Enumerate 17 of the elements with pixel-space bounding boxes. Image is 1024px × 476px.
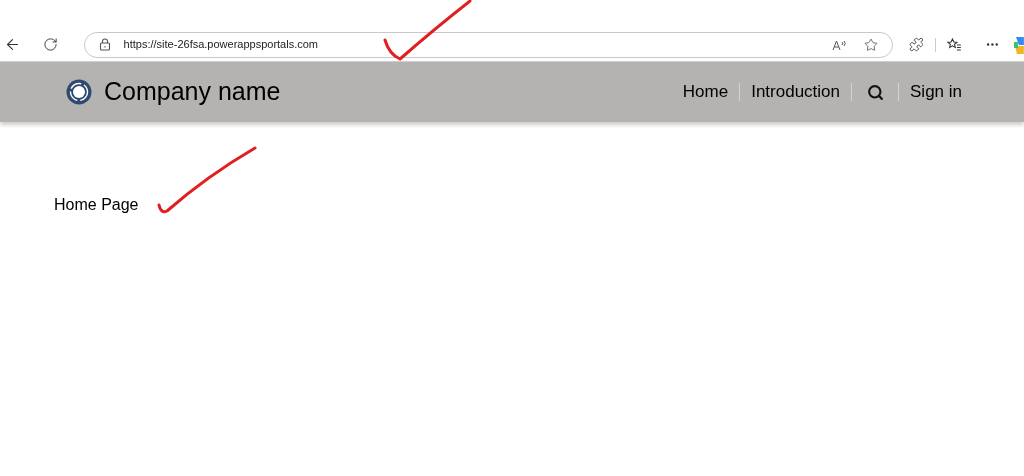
nav-link[interactable]: Introduction: [751, 79, 840, 105]
nav-link[interactable]: Home: [682, 79, 729, 105]
favorite-star-icon[interactable]: [863, 37, 878, 52]
company-name: Company name: [104, 76, 281, 108]
read-aloud-icon[interactable]: [831, 38, 848, 51]
nav-link[interactable]: Sign in: [910, 79, 962, 105]
check-mark-icon: [157, 146, 258, 216]
copilot-icon[interactable]: [1014, 35, 1024, 54]
extensions-icon[interactable]: [908, 37, 924, 52]
favorites-list-icon[interactable]: [947, 38, 963, 51]
refresh-button[interactable]: [41, 35, 60, 54]
company-logo-icon: [66, 79, 92, 105]
url-text: https://site-26fsa.powerappsportals.com: [123, 37, 319, 53]
page-heading: Home Page: [54, 195, 140, 215]
check-mark-icon: [383, 0, 473, 62]
lock-icon: [98, 38, 111, 51]
search-button[interactable]: [866, 83, 884, 101]
